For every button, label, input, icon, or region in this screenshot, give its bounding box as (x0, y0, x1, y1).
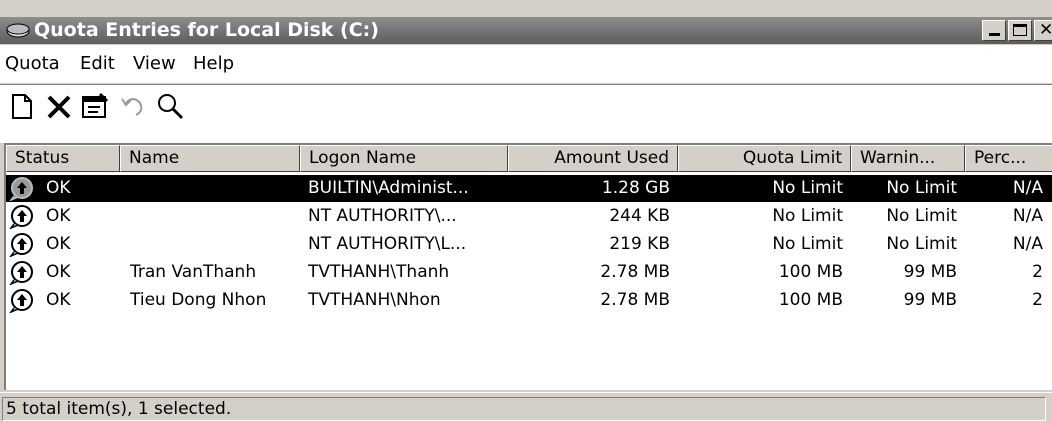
quota-list[interactable]: Status Name Logon Name Amount Used Quota… (4, 143, 1052, 390)
cell-logon: TVTHANH\Nhon (308, 290, 441, 310)
quota-ok-icon (9, 261, 33, 285)
column-header-warning[interactable]: Warnin... (851, 145, 965, 172)
toolbar (0, 84, 1052, 143)
table-row[interactable]: OK BUILTIN\Administ... 1.28 GB No Limit No L… (6, 175, 1052, 202)
status-pane: 5 total item(s), 1 selected. (2, 397, 1046, 421)
quota-ok-icon (9, 233, 33, 257)
menu-bar: Quota Edit View Help (0, 45, 1052, 83)
maximize-icon (1013, 24, 1027, 36)
cell-used: 2.78 MB (600, 262, 670, 282)
new-quota-entry-icon[interactable] (7, 91, 37, 121)
cell-warning: 99 MB (903, 262, 957, 282)
disk-icon (6, 23, 30, 38)
column-header-amount-used[interactable]: Amount Used (508, 145, 678, 172)
minimize-icon (989, 33, 1000, 36)
find-icon[interactable] (155, 91, 185, 121)
column-header-percent[interactable]: Perc... (965, 145, 1052, 172)
cell-limit: No Limit (772, 234, 843, 254)
quota-ok-icon (9, 289, 33, 313)
menu-edit[interactable]: Edit (80, 53, 115, 75)
column-header-quota-limit[interactable]: Quota Limit (678, 145, 851, 172)
cell-name: Tieu Dong Nhon (130, 290, 267, 310)
quota-ok-icon (9, 205, 33, 229)
cell-limit: 100 MB (778, 262, 843, 282)
cell-warning: No Limit (886, 234, 957, 254)
cell-warning: 99 MB (903, 290, 957, 310)
cell-status: OK (46, 262, 71, 282)
quota-entries-window: Quota Entries for Local Disk (C:) ✕ Quot… (0, 0, 1052, 422)
properties-icon[interactable] (80, 91, 110, 121)
table-row[interactable]: OK Tieu Dong Nhon TVTHANH\Nhon 2.78 MB 100 M… (6, 287, 1052, 314)
quota-ok-icon (9, 177, 33, 201)
minimize-button[interactable] (982, 20, 1006, 41)
cell-status: OK (46, 178, 71, 198)
close-icon: ✕ (1039, 20, 1052, 40)
menu-help[interactable]: Help (193, 53, 234, 75)
cell-warning: No Limit (886, 206, 957, 226)
cell-warning: No Limit (886, 178, 957, 198)
cell-status: OK (46, 234, 71, 254)
undo-icon (121, 98, 143, 116)
table-row[interactable]: OK NT AUTHORITY\L... 219 KB No Limit No Limi… (6, 231, 1052, 258)
close-button[interactable]: ✕ (1034, 20, 1052, 41)
cell-logon: BUILTIN\Administ... (308, 178, 469, 198)
cell-percent: N/A (1012, 206, 1043, 226)
table-row[interactable]: OK Tran VanThanh TVTHANH\Thanh 2.78 MB 100 M… (6, 259, 1052, 286)
table-row[interactable]: OK NT AUTHORITY\... 244 KB No Limit No Limit… (6, 203, 1052, 230)
cell-name: Tran VanThanh (130, 262, 257, 282)
cell-used: 219 KB (609, 234, 670, 254)
cell-used: 2.78 MB (600, 290, 670, 310)
cell-percent: 2 (1032, 290, 1043, 310)
cell-status: OK (46, 206, 71, 226)
cell-used: 1.28 GB (601, 178, 670, 198)
window-title: Quota Entries for Local Disk (C:) (34, 19, 379, 41)
cell-percent: 2 (1032, 262, 1043, 282)
title-bar[interactable]: Quota Entries for Local Disk (C:) ✕ (0, 17, 1052, 44)
cell-percent: N/A (1012, 234, 1043, 254)
cell-logon: TVTHANH\Thanh (308, 262, 450, 282)
column-header-status[interactable]: Status (6, 145, 120, 172)
maximize-button[interactable] (1008, 20, 1032, 41)
status-text: 5 total item(s), 1 selected. (6, 399, 232, 419)
status-bar: 5 total item(s), 1 selected. (0, 392, 1052, 422)
cell-logon: NT AUTHORITY\... (308, 206, 457, 226)
cell-logon: NT AUTHORITY\L... (308, 234, 467, 254)
cell-status: OK (46, 290, 71, 310)
cell-limit: No Limit (772, 206, 843, 226)
cell-percent: N/A (1012, 178, 1043, 198)
column-header-logon-name[interactable]: Logon Name (300, 145, 508, 172)
menu-quota[interactable]: Quota (5, 53, 60, 75)
delete-icon[interactable] (44, 91, 74, 121)
cell-limit: 100 MB (778, 290, 843, 310)
cell-used: 244 KB (609, 206, 670, 226)
column-header-name[interactable]: Name (120, 145, 300, 172)
menu-view[interactable]: View (133, 53, 176, 75)
cell-limit: No Limit (772, 178, 843, 198)
